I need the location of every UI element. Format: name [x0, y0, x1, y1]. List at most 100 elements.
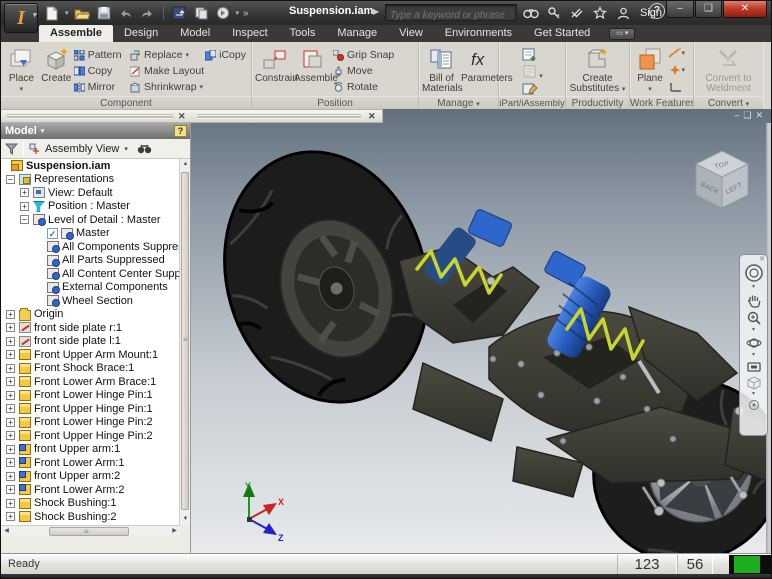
wheel-dropdown-icon[interactable]: ▾	[752, 285, 755, 290]
scroll-up-icon[interactable]: ▲	[180, 159, 191, 170]
search-binoculars-icon[interactable]	[523, 5, 539, 21]
tree-item[interactable]: +Front Upper Hinge Pin:2	[1, 429, 179, 443]
help-icon[interactable]: ?	[649, 3, 665, 19]
select-button[interactable]	[214, 5, 232, 22]
tree-item[interactable]: +Front Shock Brace:1	[1, 362, 179, 376]
work-axis-button[interactable]: ▾	[667, 45, 685, 60]
doc-close-icon[interactable]: ✕	[755, 110, 767, 120]
view-cube[interactable]: TOP BACK LEFT	[696, 151, 748, 208]
tab-tools[interactable]: Tools	[279, 25, 327, 42]
expand-icon[interactable]: +	[6, 499, 15, 508]
tree-item[interactable]: +Front Upper Hinge Pin:1	[1, 402, 179, 416]
tree-item[interactable]: +View: Default	[1, 186, 179, 200]
panel-label-ipart[interactable]: iPart/iAssembly	[499, 96, 565, 109]
expand-icon[interactable]: +	[6, 310, 15, 319]
checkbox-checked[interactable]: ✓	[47, 228, 58, 239]
tree-item[interactable]: All Content Center Suppressed	[1, 267, 179, 281]
close-button[interactable]: ✕	[723, 1, 767, 18]
orbit-icon[interactable]	[746, 335, 762, 351]
expand-icon[interactable]: +	[6, 431, 15, 440]
grip-handle[interactable]	[197, 114, 361, 119]
tab-view[interactable]: View	[388, 25, 434, 42]
pattern-button[interactable]: Pattern	[74, 47, 130, 63]
navbar-more-dropdown-icon[interactable]: ▾	[752, 392, 755, 397]
tree-item[interactable]: +Front Upper Arm Mount:1	[1, 348, 179, 362]
panel-label-productivity[interactable]: Productivity	[566, 96, 629, 109]
find-binoculars-icon[interactable]	[137, 143, 152, 154]
icopy-button[interactable]: iCopy	[205, 47, 248, 63]
replace-button[interactable]: Replace ▾	[130, 47, 205, 63]
tab-get-started[interactable]: Get Started	[523, 25, 601, 42]
expand-icon[interactable]: +	[6, 350, 15, 359]
tree-item[interactable]: Suspension.iam	[1, 159, 179, 173]
collapse-icon[interactable]: −	[20, 215, 29, 224]
save-button[interactable]	[95, 5, 113, 22]
doc-restore-icon[interactable]: ❑	[743, 110, 755, 120]
tab-assemble[interactable]: Assemble	[39, 25, 113, 42]
select-dropdown-icon[interactable]: ▾	[236, 9, 240, 17]
scroll-left-icon[interactable]: ◀	[1, 526, 12, 537]
tree-item[interactable]: +front Upper arm:2	[1, 470, 179, 484]
tree-item[interactable]: +Shock Bushing:2	[1, 510, 179, 524]
ribbon-display-toggle[interactable]: ▭ ▾	[609, 28, 635, 40]
maximize-button[interactable]: ❑	[695, 1, 722, 18]
search-input[interactable]	[386, 8, 516, 23]
open-button[interactable]	[73, 5, 91, 22]
pan-hand-icon[interactable]	[746, 292, 762, 308]
ipart-dropdown-icon[interactable]: ▾	[539, 72, 543, 80]
look-at-icon[interactable]	[746, 360, 762, 374]
tree-item[interactable]: −Representations	[1, 173, 179, 187]
tree-item[interactable]: +Front Lower Hinge Pin:1	[1, 389, 179, 403]
scroll-right-icon[interactable]: ▶	[169, 526, 180, 537]
subscription-key-icon[interactable]	[546, 5, 562, 21]
expand-icon[interactable]: +	[6, 485, 15, 494]
plane-button[interactable]: Plane▾	[633, 44, 667, 95]
shrinkwrap-button[interactable]: Shrinkwrap ▾	[130, 79, 205, 95]
undo-button[interactable]	[117, 5, 135, 22]
browser-header[interactable]: Model▾ ?	[1, 123, 190, 139]
mirror-button[interactable]: Mirror	[74, 79, 130, 95]
communication-center-icon[interactable]	[569, 5, 585, 21]
panel-label-component[interactable]: Component	[1, 96, 251, 109]
expand-icon[interactable]: +	[20, 202, 29, 211]
view-face-icon[interactable]	[746, 376, 762, 390]
tab-inspect[interactable]: Inspect	[221, 25, 278, 42]
parameters-button[interactable]: fx Parameters	[461, 44, 500, 84]
tree-item[interactable]: +front Upper arm:1	[1, 443, 179, 457]
tree-item[interactable]: +Front Lower Hinge Pin:2	[1, 416, 179, 430]
tab-model[interactable]: Model	[169, 25, 221, 42]
view-mode-dropdown-icon[interactable]: ▾	[124, 145, 128, 153]
constrain-button[interactable]: Constrain	[255, 44, 294, 84]
expand-icon[interactable]: +	[6, 377, 15, 386]
edit-member-scope-button[interactable]	[521, 81, 539, 96]
zoom-dropdown-icon[interactable]: ▾	[752, 328, 755, 333]
bill-of-materials-button[interactable]: Bill ofMaterials	[422, 44, 461, 94]
expand-icon[interactable]: +	[6, 472, 15, 481]
browser-header-dropdown-icon[interactable]: ▾	[41, 127, 45, 135]
ucs-button[interactable]	[667, 79, 685, 94]
model-viewport[interactable]: Y X Z TOP BACK LEFT –❑✕ ✕	[191, 109, 772, 553]
panel-label-position[interactable]: Position	[252, 96, 418, 109]
model-tree[interactable]: Suspension.iam−Representations+View: Def…	[1, 159, 180, 525]
tree-horizontal-scrollbar[interactable]: ◀ ▶	[1, 525, 180, 537]
navbar-customize-icon[interactable]	[748, 399, 760, 411]
work-point-button[interactable]: ▾	[667, 62, 685, 77]
grip-snap-button[interactable]: Grip Snap	[333, 47, 403, 63]
new-file-button[interactable]	[43, 5, 61, 22]
panel-close-icon[interactable]: ✕	[368, 110, 376, 122]
tree-item[interactable]: +Position : Master	[1, 200, 179, 214]
view-mode-selector[interactable]: Assembly View	[45, 143, 119, 155]
scrollbar-thumb[interactable]	[181, 172, 189, 510]
tab-design[interactable]: Design	[113, 25, 169, 42]
collapse-icon[interactable]: −	[6, 175, 15, 184]
browser-help-icon[interactable]: ?	[174, 125, 187, 137]
tree-item[interactable]: +Front Lower Arm:2	[1, 483, 179, 497]
expand-icon[interactable]: +	[6, 391, 15, 400]
expand-icon[interactable]: +	[6, 445, 15, 454]
redo-button[interactable]	[139, 5, 157, 22]
new-file-dropdown-icon[interactable]: ▾	[65, 9, 69, 17]
tree-item[interactable]: +front side plate l:1	[1, 335, 179, 349]
expand-icon[interactable]: +	[6, 337, 15, 346]
return-button[interactable]	[170, 5, 188, 22]
expand-icon[interactable]: +	[6, 364, 15, 373]
